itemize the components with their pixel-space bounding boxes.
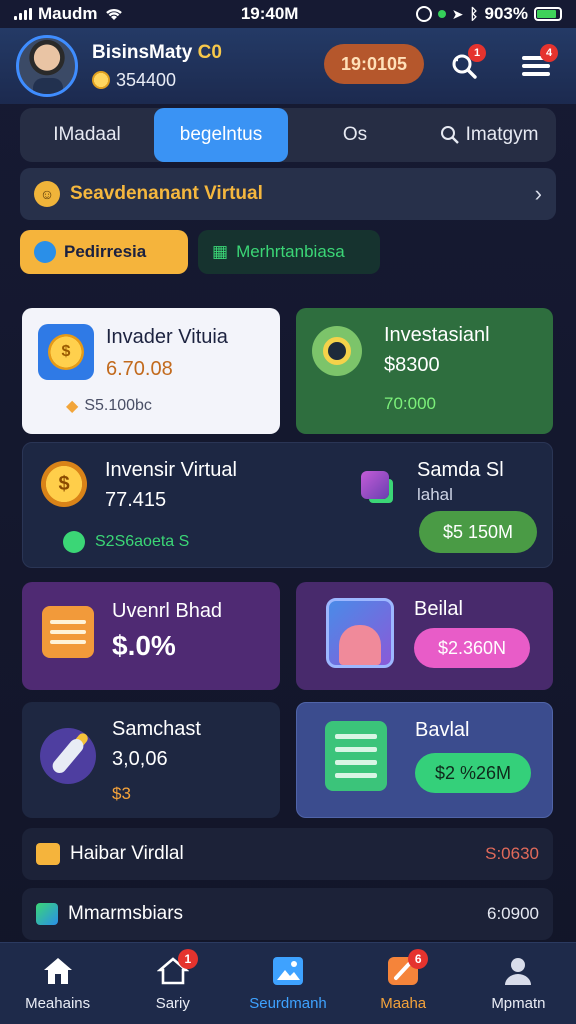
magnifier-icon (312, 326, 362, 376)
cube-icon (353, 463, 397, 507)
search-badge: 1 (468, 44, 486, 62)
nav-home[interactable]: Meahains (0, 943, 115, 1024)
tab-imatgym[interactable]: Imatgym (422, 108, 556, 162)
card-title: Invensir Virtual (105, 459, 237, 481)
banner-text: Seavdenanant Virtual (70, 183, 263, 204)
note-icon (36, 843, 60, 865)
card-sub: 70:000 (384, 394, 436, 413)
rocket-icon: 6 (386, 949, 429, 987)
card-sub: S2S6aoeta S (63, 531, 189, 553)
investment-card-4[interactable]: Uvenrl Bhad $.0% (22, 582, 280, 690)
card-title: Uvenrl Bhad (112, 600, 223, 622)
avatar[interactable] (16, 35, 78, 97)
card-value: $8300 (384, 354, 440, 376)
signal-icon (14, 8, 32, 20)
image-icon (271, 955, 305, 987)
investment-card-2[interactable]: Investasianl $8300 70:000 (296, 308, 553, 434)
user-balance: 354400 (92, 70, 222, 91)
tab-bar: IMadaal begelntus Os Imatgym (20, 108, 556, 162)
investment-card-7[interactable]: Bavlal $2 %26M (296, 702, 553, 818)
search-button[interactable]: 1 (444, 44, 486, 86)
diamond-icon: ◆ (66, 398, 79, 415)
card-title: Invader Vituia (106, 326, 228, 348)
wifi-icon (105, 8, 122, 20)
clock: 19:40M (240, 4, 299, 23)
filter-chip-primary[interactable]: Pedirresia (20, 230, 188, 274)
tab-madaal[interactable]: IMadaal (20, 108, 154, 162)
gear-coin-icon: $ (41, 461, 87, 507)
clock-icon: ☺ (34, 181, 60, 207)
location-icon: ➤ (451, 5, 464, 22)
nav-maaha[interactable]: 6 Maaha (346, 943, 461, 1024)
coin-stack-icon: $ (38, 324, 94, 380)
card-value: 6.70.08 (106, 358, 173, 380)
investment-card-5[interactable]: Beilal $2.360N (296, 582, 553, 690)
card-title: Beilal (414, 598, 463, 620)
list-item[interactable]: Mmarmsbiars 6:0900 (22, 888, 553, 940)
nav-badge: 1 (177, 949, 198, 969)
home-outline-icon: 1 (156, 949, 198, 987)
battery-icon (534, 7, 562, 21)
filter-chip-secondary[interactable]: ▦ Merhrtanbiasa (198, 230, 380, 274)
tab-os[interactable]: Os (288, 108, 422, 162)
checklist-icon (325, 721, 387, 791)
twitter-icon (34, 241, 56, 263)
home-icon (41, 955, 75, 987)
coin-icon (92, 71, 110, 89)
bottom-nav: Meahains 1 Sariy Seurdmanh 6 Maaha Mpmat… (0, 942, 576, 1024)
profile-card-icon (326, 598, 394, 668)
promo-banner[interactable]: ☺ Seavdenanant Virtual › (20, 168, 556, 220)
card-action-button[interactable]: $2 %26M (415, 753, 531, 793)
investment-card-1[interactable]: $ Invader Vituia 6.70.08 ◆ S5.100bc (22, 308, 280, 434)
nav-seurdmanh[interactable]: Seurdmanh (230, 943, 345, 1024)
card-sub: $3 (112, 784, 131, 803)
status-bar: Maudm 19:40M ➤ ᛒ 903% (0, 0, 576, 28)
user-name: BisinsMaty C0 (92, 41, 222, 63)
card-title: Investasianl (384, 324, 490, 346)
rocket-icon (40, 728, 96, 784)
chevron-right-icon: › (534, 181, 542, 206)
card-value: 3,0,06 (112, 748, 168, 770)
chat-icon (63, 531, 85, 553)
clipboard-icon (42, 606, 94, 658)
list-item[interactable]: Haibar Virdlal S:0630 (22, 828, 553, 880)
carrier-label: Maudm (38, 4, 98, 23)
menu-button[interactable]: 4 (516, 44, 558, 86)
card-value: $.0% (112, 630, 176, 661)
alarm-icon (415, 6, 432, 22)
tab-begelntus[interactable]: begelntus (154, 108, 288, 162)
investment-card-6[interactable]: Samchast 3,0,06 $3 (22, 702, 280, 818)
store-icon: ▦ (212, 242, 229, 261)
cube-icon (36, 903, 58, 925)
nav-badge: 6 (408, 949, 429, 969)
card-value: 77.415 (105, 489, 167, 511)
active-dot-icon (437, 10, 446, 18)
investment-card-3[interactable]: $ Invensir Virtual 77.415 S2S6aoeta S Sa… (22, 442, 553, 568)
search-icon (440, 126, 459, 144)
nav-saviy[interactable]: 1 Sariy (115, 943, 230, 1024)
nav-profile[interactable]: Mpmatn (461, 943, 576, 1024)
card-sub: ◆ S5.100bc (66, 397, 152, 415)
card-action-button[interactable]: $5 150M (419, 511, 537, 553)
card-right-sub: lahal (417, 485, 453, 504)
user-info: BisinsMaty C0 354400 (92, 42, 222, 91)
battery-percent: 903% (484, 4, 528, 23)
card-right-title: Samda Sl (417, 459, 504, 481)
card-title: Samchast (112, 718, 201, 740)
menu-badge: 4 (540, 44, 558, 62)
user-icon (501, 955, 535, 987)
card-action-button[interactable]: $2.360N (414, 628, 530, 668)
app-header: BisinsMaty C0 354400 19:0105 1 4 (0, 28, 576, 104)
bluetooth-icon: ᛒ (469, 5, 479, 23)
coins-pill[interactable]: 19:0105 (324, 44, 424, 84)
card-title: Bavlal (415, 719, 470, 741)
